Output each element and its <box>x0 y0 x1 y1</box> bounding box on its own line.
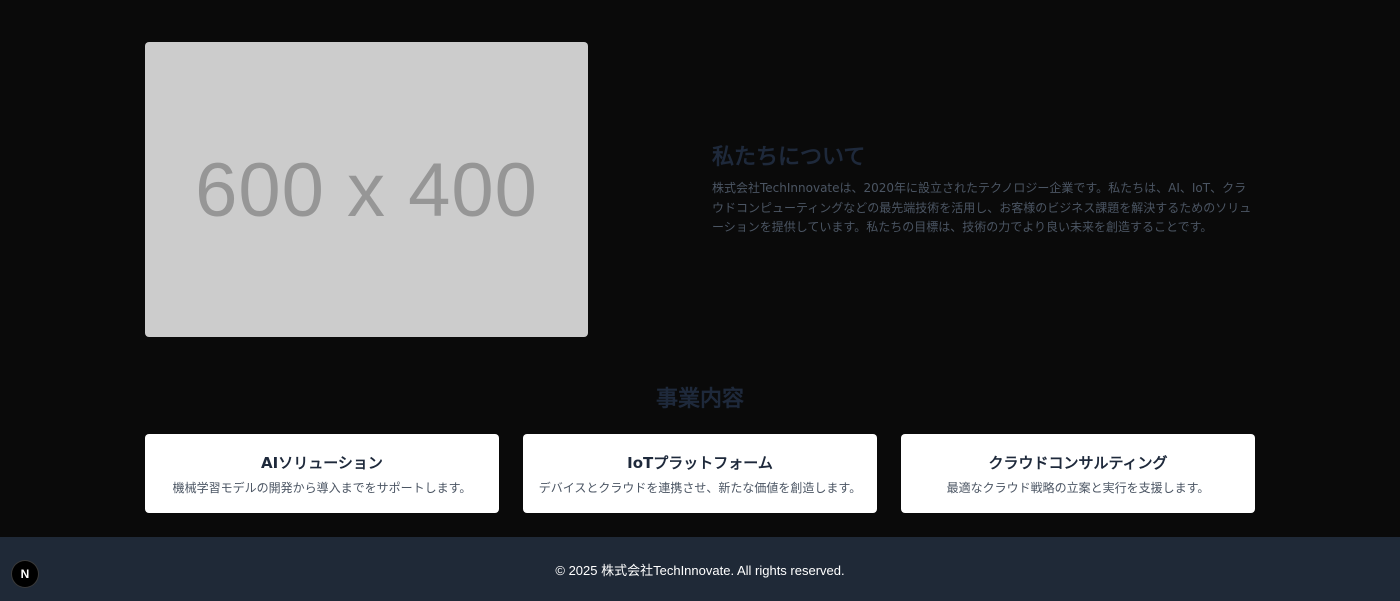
nextjs-dev-indicator-button[interactable]: N <box>12 561 38 587</box>
footer: © 2025 株式会社TechInnovate. All rights rese… <box>0 537 1400 601</box>
about-title: 私たちについて <box>712 145 866 170</box>
about-image-placeholder: 600 x 400 <box>145 42 588 337</box>
image-placeholder-label: 600 x 400 <box>195 148 538 233</box>
service-card-title: クラウドコンサルティング <box>988 454 1168 472</box>
services-title: 事業内容 <box>655 387 744 412</box>
nextjs-icon: N <box>20 567 30 581</box>
service-card-title: AIソリューション <box>261 454 383 472</box>
service-card-description: 機械学習モデルの開発から導入までをサポートします。 <box>172 481 472 495</box>
page: 600 x 400 私たちについて 株式会社TechInnovateは、2020… <box>0 0 1400 601</box>
service-card-title: IoTプラットフォーム <box>627 454 773 472</box>
service-card-description: 最適なクラウド戦略の立案と実行を支援します。 <box>946 481 1210 495</box>
service-card-ai: AIソリューション 機械学習モデルの開発から導入までをサポートします。 <box>145 434 499 513</box>
service-card-iot: IoTプラットフォーム デバイスとクラウドを連携させ、新たな価値を創造します。 <box>523 434 877 513</box>
about-description: 株式会社TechInnovateは、2020年に設立されたテクノロジー企業です。… <box>712 181 1252 234</box>
service-card-description: デバイスとクラウドを連携させ、新たな価値を創造します。 <box>538 481 862 495</box>
service-card-cloud: クラウドコンサルティング 最適なクラウド戦略の立案と実行を支援します。 <box>901 434 1255 513</box>
footer-copyright: © 2025 株式会社TechInnovate. All rights rese… <box>555 562 845 578</box>
